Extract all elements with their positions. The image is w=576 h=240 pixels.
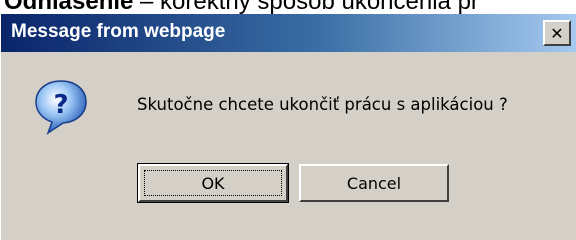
background-bold-text: Odhlásenie — [4, 0, 134, 15]
ok-button-label: OK — [201, 173, 225, 193]
close-button[interactable]: ✕ — [543, 20, 571, 46]
dialog-title: Message from webpage — [11, 21, 226, 42]
ok-button[interactable]: OK — [137, 163, 289, 203]
cancel-button-label: Cancel — [346, 173, 402, 193]
dialog-message: Skutočne chcete ukončiť prácu s aplikáci… — [137, 95, 508, 114]
message-dialog: Message from webpage ✕ ? Skutočne chcete… — [0, 14, 576, 240]
background-rest-text: – korektný spôsob ukončenia pr — [133, 0, 479, 15]
close-icon: ✕ — [550, 23, 564, 43]
dialog-titlebar[interactable]: Message from webpage ✕ — [1, 14, 576, 52]
question-icon: ? — [35, 80, 87, 135]
svg-text:?: ? — [53, 90, 68, 120]
cancel-button[interactable]: Cancel — [299, 164, 449, 202]
